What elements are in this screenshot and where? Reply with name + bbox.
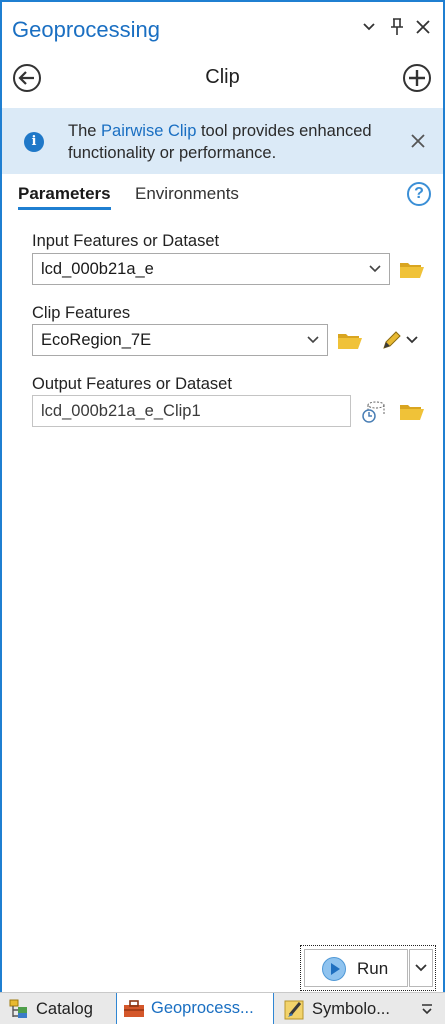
- browse-output-folder-icon[interactable]: [398, 397, 426, 425]
- pin-icon[interactable]: [386, 14, 408, 40]
- dock-tab-strip: Catalog Geoprocess... Symbolo...: [0, 992, 445, 1024]
- catalog-icon: [8, 998, 30, 1020]
- clip-features-value: EcoRegion_7E: [41, 331, 152, 349]
- output-features-value: lcd_000b21a_e_Clip1: [41, 402, 201, 420]
- chevron-down-icon[interactable]: [307, 325, 319, 355]
- run-options-dropdown[interactable]: [409, 949, 433, 987]
- dock-tab-geoprocessing-label: Geoprocess...: [151, 999, 254, 1017]
- add-icon[interactable]: [400, 61, 434, 95]
- tool-name: Clip: [205, 66, 240, 88]
- dismiss-banner-icon[interactable]: [407, 130, 429, 152]
- chevron-down-icon[interactable]: [369, 254, 381, 284]
- dock-tab-symbology-label: Symbolo...: [312, 999, 390, 1018]
- input-features-value: lcd_000b21a_e: [41, 260, 154, 278]
- browse-clip-folder-icon[interactable]: [336, 326, 364, 354]
- clip-features-label: Clip Features: [32, 304, 131, 322]
- run-label: Run: [357, 959, 389, 978]
- info-banner: i The Pairwise Clip tool provides enhanc…: [2, 108, 443, 174]
- banner-text-before: The: [68, 122, 102, 140]
- run-button-group: Run: [300, 945, 436, 991]
- output-features-field[interactable]: lcd_000b21a_e_Clip1: [32, 395, 351, 427]
- play-icon: [322, 957, 346, 981]
- run-button[interactable]: Run: [304, 949, 408, 987]
- banner-message: The Pairwise Clip tool provides enhanced…: [68, 120, 398, 164]
- clip-features-combo[interactable]: EcoRegion_7E: [32, 324, 328, 356]
- tab-environments[interactable]: Environments: [135, 184, 239, 204]
- pane-options-chevron-icon[interactable]: [358, 14, 380, 40]
- dataset-options-icon[interactable]: [360, 397, 388, 425]
- dock-tab-symbology[interactable]: Symbolo...: [284, 993, 414, 1024]
- dock-tab-catalog[interactable]: Catalog: [8, 993, 114, 1024]
- dock-overflow-chevron-icon[interactable]: [417, 999, 437, 1019]
- sketch-options-chevron-icon[interactable]: [402, 326, 422, 354]
- pane-title-bar: Geoprocessing: [2, 2, 443, 52]
- info-icon: i: [24, 132, 44, 152]
- chevron-down-icon: [415, 964, 427, 972]
- help-icon[interactable]: ?: [407, 182, 431, 206]
- dock-tab-geoprocessing[interactable]: Geoprocess...: [116, 993, 274, 1024]
- symbology-brush-icon: [284, 998, 306, 1020]
- tool-tabs: Parameters Environments ?: [2, 178, 443, 214]
- pairwise-clip-link[interactable]: Pairwise Clip: [101, 122, 196, 140]
- tab-parameters[interactable]: Parameters: [18, 184, 111, 210]
- browse-input-folder-icon[interactable]: [398, 255, 426, 283]
- pane-title: Geoprocessing: [12, 17, 160, 42]
- output-features-label: Output Features or Dataset: [32, 375, 232, 393]
- toolbox-icon: [123, 998, 145, 1020]
- tool-header: Clip: [2, 52, 443, 104]
- input-features-combo[interactable]: lcd_000b21a_e: [32, 253, 390, 285]
- dock-tab-catalog-label: Catalog: [36, 999, 93, 1018]
- geoprocessing-pane: Geoprocessing Clip i The Pairwise Clip t…: [0, 0, 445, 992]
- close-pane-icon[interactable]: [412, 14, 434, 40]
- input-features-label: Input Features or Dataset: [32, 232, 220, 250]
